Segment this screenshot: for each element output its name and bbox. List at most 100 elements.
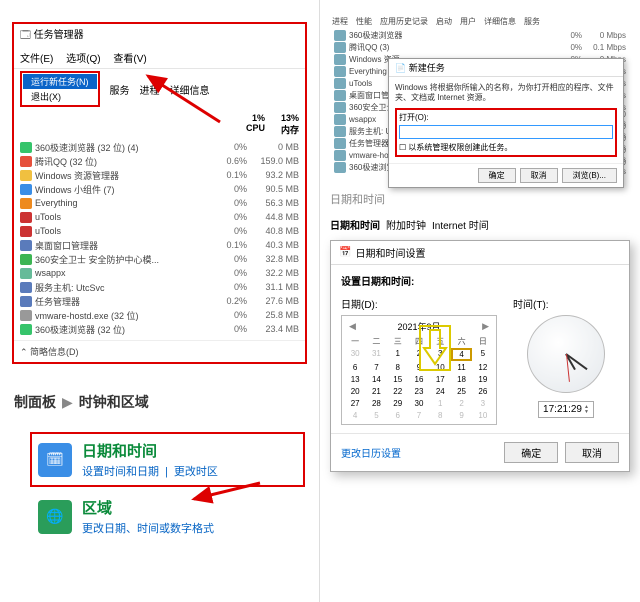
calendar-day[interactable]: 8 <box>388 362 408 373</box>
table-row[interactable]: uTools0%40.8 MB <box>14 224 305 238</box>
menu-exit[interactable]: 退出(X) <box>23 89 97 104</box>
calendar-day[interactable]: 17 <box>430 374 450 385</box>
tab[interactable]: 用户 <box>460 16 476 27</box>
table-row[interactable]: 360极速浏览器 (32 位)0%23.4 MB <box>14 322 305 336</box>
calendar[interactable]: ◀ 2021年9月 ▶ 一二三四五六日303112345678910111213… <box>341 315 497 425</box>
tab-processes[interactable]: 进程 <box>140 82 160 97</box>
tab[interactable]: 应用历史记录 <box>380 16 428 27</box>
tabs[interactable]: 进程性能应用历史记录启动用户详细信息服务 <box>328 14 632 29</box>
calendar-day[interactable]: 3 <box>430 348 450 361</box>
fewer-details-toggle[interactable]: ⌃ 简略信息(D) <box>14 340 305 362</box>
menu-run-new-task[interactable]: 运行新任务(N) <box>23 74 97 89</box>
tab[interactable]: 日期和时间 <box>330 217 380 232</box>
table-row[interactable]: 腾讯QQ (32 位)0.6%159.0 MB <box>14 154 305 168</box>
prev-month[interactable]: ◀ <box>349 321 356 332</box>
calendar-day[interactable]: 7 <box>366 362 386 373</box>
calendar-day[interactable]: 13 <box>345 374 365 385</box>
item-sublinks[interactable]: 设置时间和日期|更改时区 <box>82 463 224 479</box>
calendar-day[interactable]: 12 <box>473 362 493 373</box>
open-input[interactable] <box>399 125 613 139</box>
calendar-day[interactable]: 5 <box>473 348 493 361</box>
table-row[interactable]: uTools0%44.8 MB <box>14 210 305 224</box>
time-spinner[interactable]: ▲▼ <box>584 405 589 415</box>
menu-view[interactable]: 查看(V) <box>113 54 146 65</box>
file-menu-dropdown: 运行新任务(N) 退出(X) <box>20 71 100 107</box>
cancel-button[interactable]: 取消 <box>565 442 619 463</box>
calendar-day[interactable]: 21 <box>366 386 386 397</box>
calendar-day[interactable]: 23 <box>409 386 429 397</box>
clock-calendar-icon: 🗓 <box>38 443 72 477</box>
table-row[interactable]: Windows 小组件 (7)0%90.5 MB <box>14 182 305 196</box>
calendar-day[interactable]: 27 <box>345 398 365 409</box>
calendar-day[interactable]: 14 <box>366 374 386 385</box>
menu-file[interactable]: 文件(E) <box>20 54 53 65</box>
calendar-day[interactable]: 28 <box>366 398 386 409</box>
calendar-day[interactable]: 2 <box>409 348 429 361</box>
datetime-tabs[interactable]: 日期和时间附加时钟 Internet 时间 <box>320 213 640 236</box>
calendar-day[interactable]: 4 <box>345 410 365 421</box>
time-input[interactable]: 17:21:29 ▲▼ <box>538 401 594 418</box>
calendar-day[interactable]: 18 <box>451 374 471 385</box>
next-month[interactable]: ▶ <box>482 321 489 332</box>
change-calendar-link[interactable]: 更改日历设置 <box>341 445 401 460</box>
ok-button[interactable]: 确定 <box>504 442 558 463</box>
table-row[interactable]: vmware-hostd.exe (32 位)0%25.8 MB <box>14 308 305 322</box>
table-row[interactable]: 360安全卫士 安全防护中心模...0%32.8 MB <box>14 252 305 266</box>
tab[interactable]: 启动 <box>436 16 452 27</box>
calendar-day[interactable]: 6 <box>388 410 408 421</box>
calendar-day[interactable]: 5 <box>366 410 386 421</box>
tab[interactable]: 附加时钟 <box>386 217 426 232</box>
calendar-day[interactable]: 8 <box>430 410 450 421</box>
calendar-day[interactable]: 10 <box>473 410 493 421</box>
tab-services[interactable]: 服务 <box>110 82 130 97</box>
tab[interactable]: 性能 <box>356 16 372 27</box>
table-row[interactable]: 桌面窗口管理器0.1%40.3 MB <box>14 238 305 252</box>
ok-button[interactable]: 确定 <box>478 168 516 183</box>
menu-options[interactable]: 选项(Q) <box>66 54 100 65</box>
admin-checkbox[interactable]: ☐ 以系统管理权限创建此任务。 <box>399 142 613 153</box>
table-row[interactable]: 360极速浏览器0%0 Mbps <box>328 29 632 41</box>
calendar-day[interactable]: 2 <box>451 398 471 409</box>
tab[interactable]: 进程 <box>332 16 348 27</box>
calendar-day[interactable]: 30 <box>345 348 365 361</box>
calendar-day[interactable]: 20 <box>345 386 365 397</box>
table-row[interactable]: Windows 资源管理器0.1%93.2 MB <box>14 168 305 182</box>
table-row[interactable]: 任务管理器0.2%27.6 MB <box>14 294 305 308</box>
cancel-button[interactable]: 取消 <box>520 168 558 183</box>
table-row[interactable]: 360极速浏览器 (32 位) (4)0%0 MB <box>14 140 305 154</box>
tab[interactable]: 服务 <box>524 16 540 27</box>
calendar-day[interactable]: 9 <box>451 410 471 421</box>
calendar-day[interactable]: 6 <box>345 362 365 373</box>
calendar-day[interactable]: 10 <box>430 362 450 373</box>
calendar-day[interactable]: 9 <box>409 362 429 373</box>
region-item[interactable]: 🌐 区域 更改日期、时间或数字格式 <box>30 489 305 544</box>
calendar-day[interactable]: 1 <box>430 398 450 409</box>
item-sublinks[interactable]: 更改日期、时间或数字格式 <box>82 520 220 536</box>
table-row[interactable]: wsappx0%32.2 MB <box>14 266 305 280</box>
dialog-message: Windows 将根据你所输入的名称，为你打开相应的程序、文件夹、文档或 Int… <box>395 83 617 104</box>
calendar-day[interactable]: 7 <box>409 410 429 421</box>
calendar-day[interactable]: 11 <box>451 362 471 373</box>
table-row[interactable]: 服务主机: UtcSvc0%31.1 MB <box>14 280 305 294</box>
calendar-day[interactable]: 24 <box>430 386 450 397</box>
tab[interactable]: Internet 时间 <box>432 217 489 232</box>
calendar-day[interactable]: 19 <box>473 374 493 385</box>
calendar-day[interactable]: 30 <box>409 398 429 409</box>
calendar-day[interactable]: 4 <box>451 348 471 361</box>
calendar-day[interactable]: 22 <box>388 386 408 397</box>
table-row[interactable]: Everything0%56.3 MB <box>14 196 305 210</box>
menu-bar[interactable]: 文件(E) 选项(Q) 查看(V) <box>14 47 305 69</box>
calendar-day[interactable]: 3 <box>473 398 493 409</box>
calendar-day[interactable]: 25 <box>451 386 471 397</box>
tab-details[interactable]: 详细信息 <box>170 82 210 97</box>
calendar-day[interactable]: 1 <box>388 348 408 361</box>
calendar-day[interactable]: 29 <box>388 398 408 409</box>
calendar-day[interactable]: 15 <box>388 374 408 385</box>
calendar-day[interactable]: 31 <box>366 348 386 361</box>
calendar-day[interactable]: 26 <box>473 386 493 397</box>
calendar-day[interactable]: 16 <box>409 374 429 385</box>
browse-button[interactable]: 浏览(B)... <box>562 168 617 183</box>
date-time-item[interactable]: 🗓 日期和时间 设置时间和日期|更改时区 <box>30 432 305 487</box>
tab[interactable]: 详细信息 <box>484 16 516 27</box>
table-row[interactable]: 腾讯QQ (3)0%0.1 Mbps <box>328 41 632 53</box>
